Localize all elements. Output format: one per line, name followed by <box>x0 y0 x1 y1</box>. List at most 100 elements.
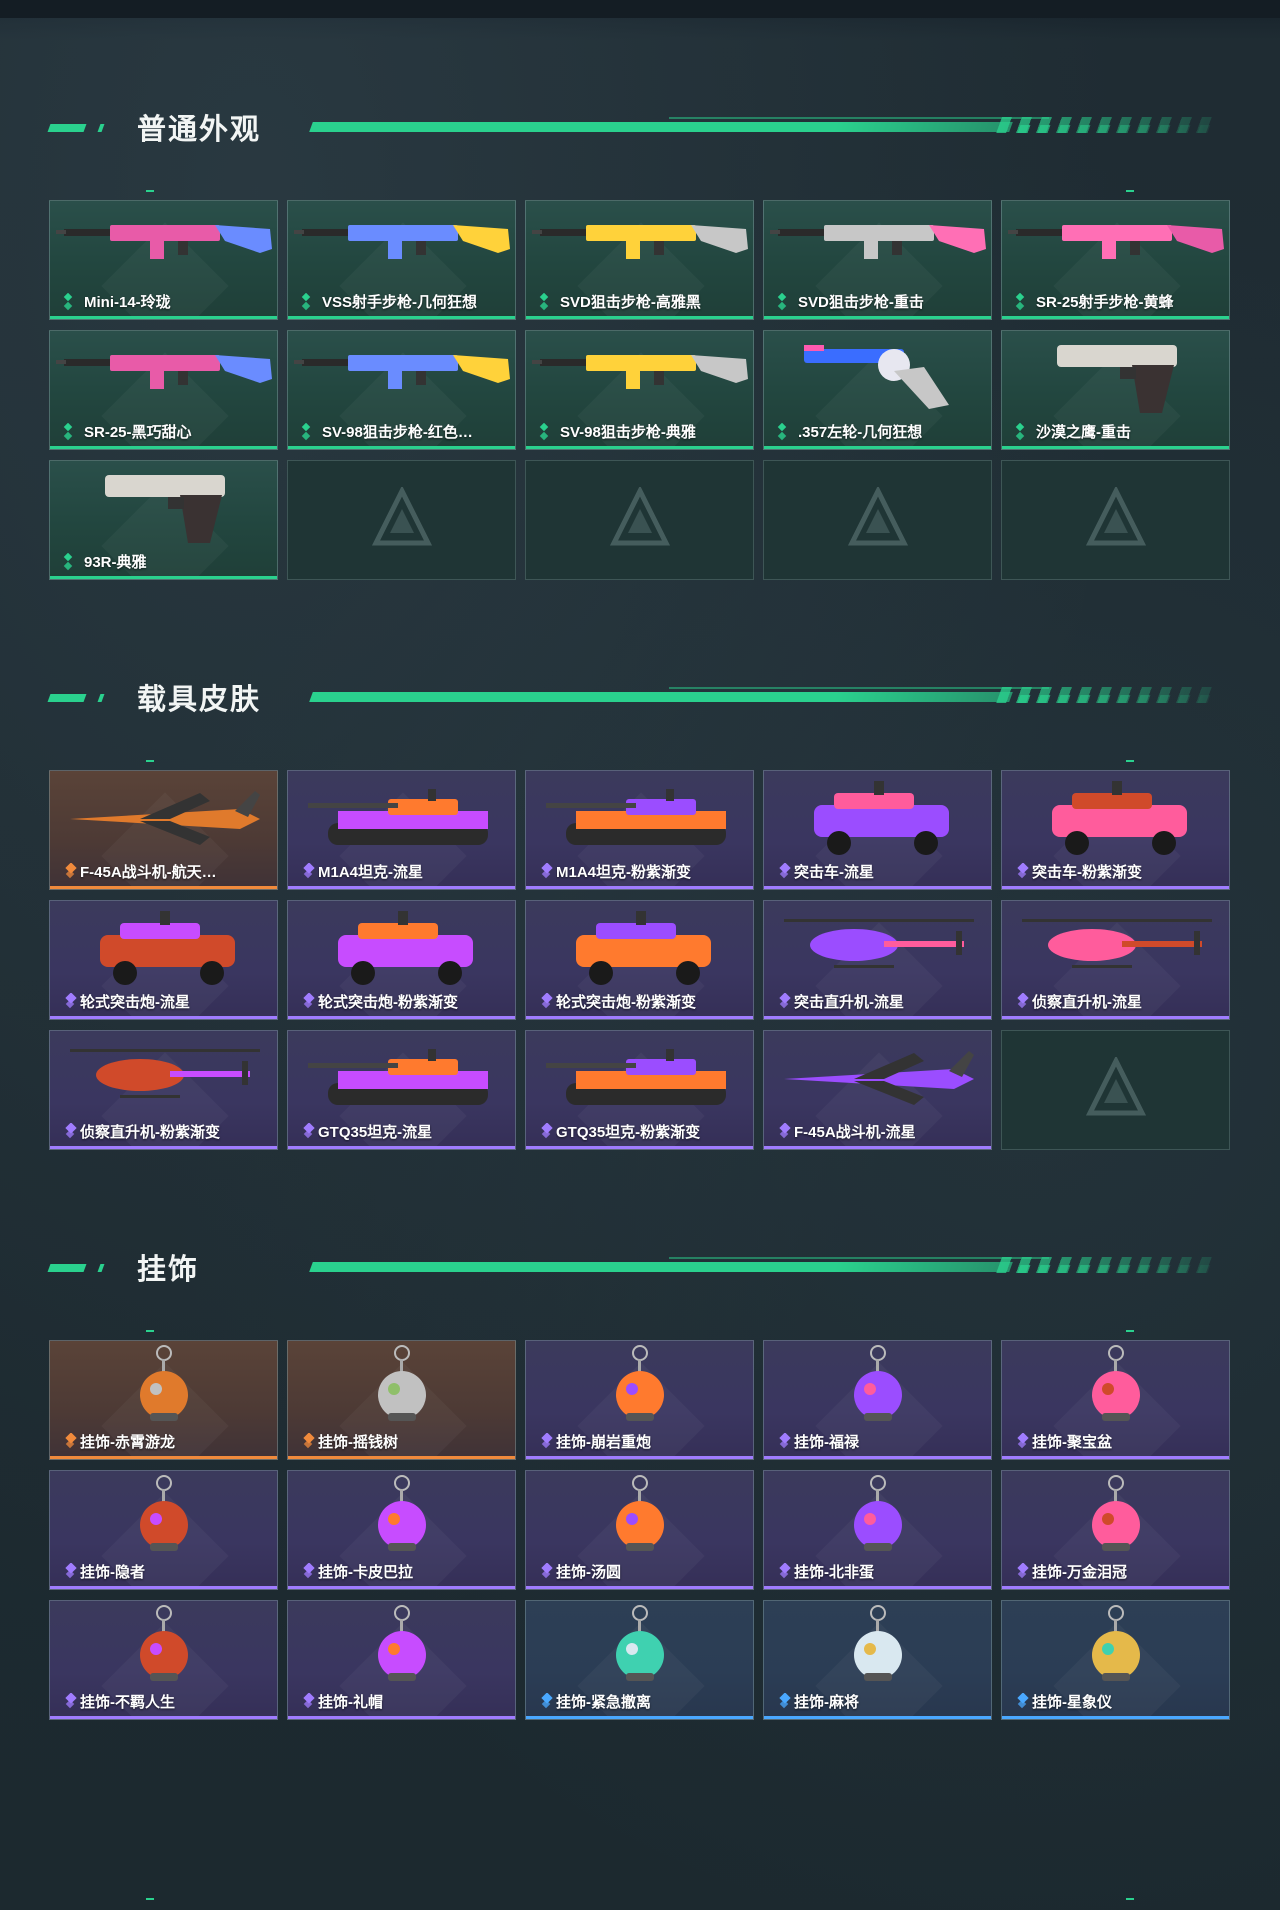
rarity-bar <box>50 446 277 449</box>
item-card[interactable]: 挂饰-汤圆 <box>525 1470 754 1590</box>
item-label: F-45A战斗机-流星 <box>794 1124 916 1141</box>
item-card[interactable]: 轮式突击炮-流星 <box>49 900 278 1020</box>
item-label: 轮式突击炮-粉紫渐变 <box>556 994 696 1011</box>
item-card[interactable]: GTQ35坦克-粉紫渐变 <box>525 1030 754 1150</box>
item-card[interactable]: M1A4坦克-粉紫渐变 <box>525 770 754 890</box>
pistol-icon <box>50 461 277 551</box>
item-card[interactable]: M1A4坦克-流星 <box>287 770 516 890</box>
item-label: F-45A战斗机-航天… <box>80 864 217 881</box>
item-card[interactable]: 沙漠之鹰-重击 <box>1001 330 1230 450</box>
item-card[interactable]: .357左轮-几何狂想 <box>763 330 992 450</box>
header-accent-bar <box>97 694 105 702</box>
item-label: SR-25射手步枪-黄蜂 <box>1036 294 1174 311</box>
header-thin-line <box>669 687 1049 689</box>
item-card[interactable]: 挂饰-福禄 <box>763 1340 992 1460</box>
item-card[interactable]: F-45A战斗机-流星 <box>763 1030 992 1150</box>
rarity-icon <box>776 1562 794 1581</box>
item-label: 突击车-流星 <box>794 864 874 881</box>
rarity-bar <box>764 1146 991 1149</box>
item-card[interactable]: SVD狙击步枪-重击 <box>763 200 992 320</box>
item-card[interactable]: 挂饰-不羁人生 <box>49 1600 278 1720</box>
rifle-icon <box>526 331 753 421</box>
item-card[interactable]: GTQ35坦克-流星 <box>287 1030 516 1150</box>
charm-icon <box>764 1471 991 1561</box>
rarity-bar <box>526 1456 753 1459</box>
corner-tick <box>1126 1898 1134 1900</box>
helicopter-icon <box>764 901 991 991</box>
item-card[interactable]: Mini-14-玲珑 <box>49 200 278 320</box>
rarity-bar <box>526 446 753 449</box>
charm-icon <box>526 1471 753 1561</box>
item-card[interactable]: 挂饰-星象仪 <box>1001 1600 1230 1720</box>
item-label: SV-98狙击步枪-典雅 <box>560 424 696 441</box>
corner-tick <box>1126 190 1134 192</box>
rifle-icon <box>288 331 515 421</box>
rarity-icon <box>300 1122 318 1141</box>
item-card[interactable]: 挂饰-麻将 <box>763 1600 992 1720</box>
rarity-icon <box>776 992 794 1011</box>
rarity-bar <box>1002 1016 1229 1019</box>
rarity-bar <box>526 1716 753 1719</box>
item-card[interactable]: 挂饰-紧急撤离 <box>525 1600 754 1720</box>
rarity-icon <box>538 422 556 441</box>
charm-icon <box>288 1471 515 1561</box>
header-accent-bar <box>97 124 105 132</box>
rarity-icon <box>62 992 80 1011</box>
header-thin-line <box>669 1257 1049 1259</box>
charm-icon <box>50 1341 277 1431</box>
revolver-icon <box>764 331 991 421</box>
item-card[interactable]: 93R-典雅 <box>49 460 278 580</box>
section-header: 普通外观 <box>47 98 1212 158</box>
item-card[interactable]: 突击车-粉紫渐变 <box>1001 770 1230 890</box>
item-card[interactable]: 挂饰-摇钱树 <box>287 1340 516 1460</box>
item-card[interactable]: SV-98狙击步枪-红色… <box>287 330 516 450</box>
item-card[interactable]: 挂饰-隐者 <box>49 1470 278 1590</box>
item-card[interactable]: 挂饰-北非蛋 <box>763 1470 992 1590</box>
item-card[interactable]: 突击直升机-流星 <box>763 900 992 1020</box>
empty-slot <box>763 460 992 580</box>
rarity-icon <box>300 1692 318 1711</box>
item-card[interactable]: 挂饰-崩岩重炮 <box>525 1340 754 1460</box>
item-card[interactable]: 轮式突击炮-粉紫渐变 <box>525 900 754 1020</box>
rarity-icon <box>62 1692 80 1711</box>
item-card[interactable]: 挂饰-万金泪冠 <box>1001 1470 1230 1590</box>
item-card[interactable]: 挂饰-卡皮巴拉 <box>287 1470 516 1590</box>
item-card[interactable]: F-45A战斗机-航天… <box>49 770 278 890</box>
item-card[interactable]: 侦察直升机-粉紫渐变 <box>49 1030 278 1150</box>
item-card[interactable]: 挂饰-赤霄游龙 <box>49 1340 278 1460</box>
item-label: 93R-典雅 <box>84 554 147 571</box>
item-card[interactable]: SR-25射手步枪-黄蜂 <box>1001 200 1230 320</box>
item-label: 挂饰-不羁人生 <box>80 1694 175 1711</box>
rarity-bar <box>764 1456 991 1459</box>
item-card[interactable]: SVD狙击步枪-高雅黑 <box>525 200 754 320</box>
item-label: 挂饰-聚宝盆 <box>1032 1434 1112 1451</box>
placeholder-logo-icon <box>371 485 433 553</box>
helicopter-icon <box>1002 901 1229 991</box>
rarity-bar <box>526 316 753 319</box>
rarity-bar <box>288 886 515 889</box>
header-divider-line <box>309 692 1013 702</box>
rarity-icon <box>538 1692 556 1711</box>
rarity-icon <box>538 1122 556 1141</box>
item-card[interactable]: SR-25-黑巧甜心 <box>49 330 278 450</box>
item-card[interactable]: 挂饰-礼帽 <box>287 1600 516 1720</box>
item-card[interactable]: SV-98狙击步枪-典雅 <box>525 330 754 450</box>
rarity-icon <box>776 292 794 311</box>
rarity-bar <box>288 1586 515 1589</box>
rarity-bar <box>1002 1456 1229 1459</box>
empty-slot <box>1001 1030 1230 1150</box>
item-grid: F-45A战斗机-航天… M1A4坦克-流星 M1A4坦克-粉紫渐变 突击车-流… <box>49 770 1230 1150</box>
helicopter-icon <box>50 1031 277 1121</box>
item-card[interactable]: VSS射手步枪-几何狂想 <box>287 200 516 320</box>
rarity-icon <box>538 1562 556 1581</box>
rarity-bar <box>50 1016 277 1019</box>
item-card[interactable]: 轮式突击炮-粉紫渐变 <box>287 900 516 1020</box>
item-card[interactable]: 突击车-流星 <box>763 770 992 890</box>
item-card[interactable]: 挂饰-聚宝盆 <box>1001 1340 1230 1460</box>
rarity-bar <box>1002 1716 1229 1719</box>
item-card[interactable]: 侦察直升机-流星 <box>1001 900 1230 1020</box>
section-title: 普通外观 <box>137 114 262 146</box>
rarity-bar <box>764 446 991 449</box>
empty-slot <box>1001 460 1230 580</box>
header-accent-bar <box>47 694 87 702</box>
